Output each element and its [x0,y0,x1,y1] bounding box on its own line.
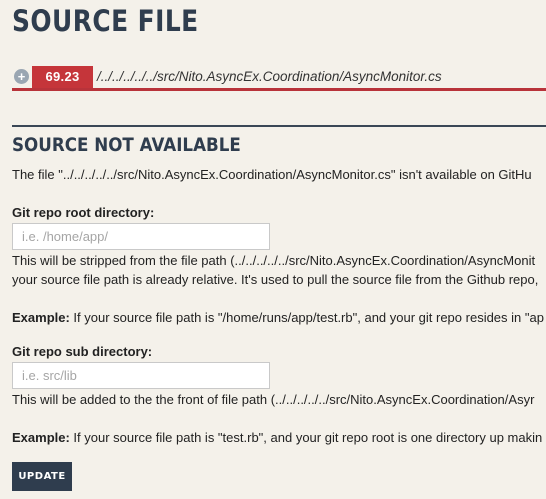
file-path: /../../../../../src/Nito.AsyncEx.Coordin… [97,69,442,84]
repo-root-example-text: If your source file path is "/home/runs/… [69,310,544,325]
coverage-badge: 69.23 [32,66,93,88]
section-divider [12,125,546,127]
repo-sub-example-text: If your source file path is "test.rb", a… [69,430,543,445]
unavailable-message: The file "../../../../../src/Nito.AsyncE… [12,167,532,182]
repo-sub-input[interactable] [12,362,270,389]
repo-sub-example-label: Example: [12,430,70,445]
file-row: + 69.23 /../../../../../src/Nito.AsyncEx… [12,66,546,88]
section-title: SOURCE NOT AVAILABLE [12,134,241,156]
repo-root-example-label: Example: [12,310,70,325]
repo-sub-example: Example: If your source file path is "te… [12,428,542,447]
repo-root-help-line2: your source file path is already relativ… [12,272,539,287]
update-button[interactable]: UPDATE [12,462,72,491]
repo-sub-label: Git repo sub directory: [12,344,153,359]
repo-root-label: Git repo root directory: [12,205,155,220]
repo-root-help-line1: This will be stripped from the file path… [12,253,536,268]
coverage-divider [12,88,546,91]
plus-circle-icon[interactable]: + [14,69,29,84]
repo-sub-help-line1: This will be added to the the front of f… [12,392,535,407]
repo-root-input[interactable] [12,223,270,250]
page-title: SOURCE FILE [12,4,199,38]
repo-root-example: Example: If your source file path is "/h… [12,308,544,327]
